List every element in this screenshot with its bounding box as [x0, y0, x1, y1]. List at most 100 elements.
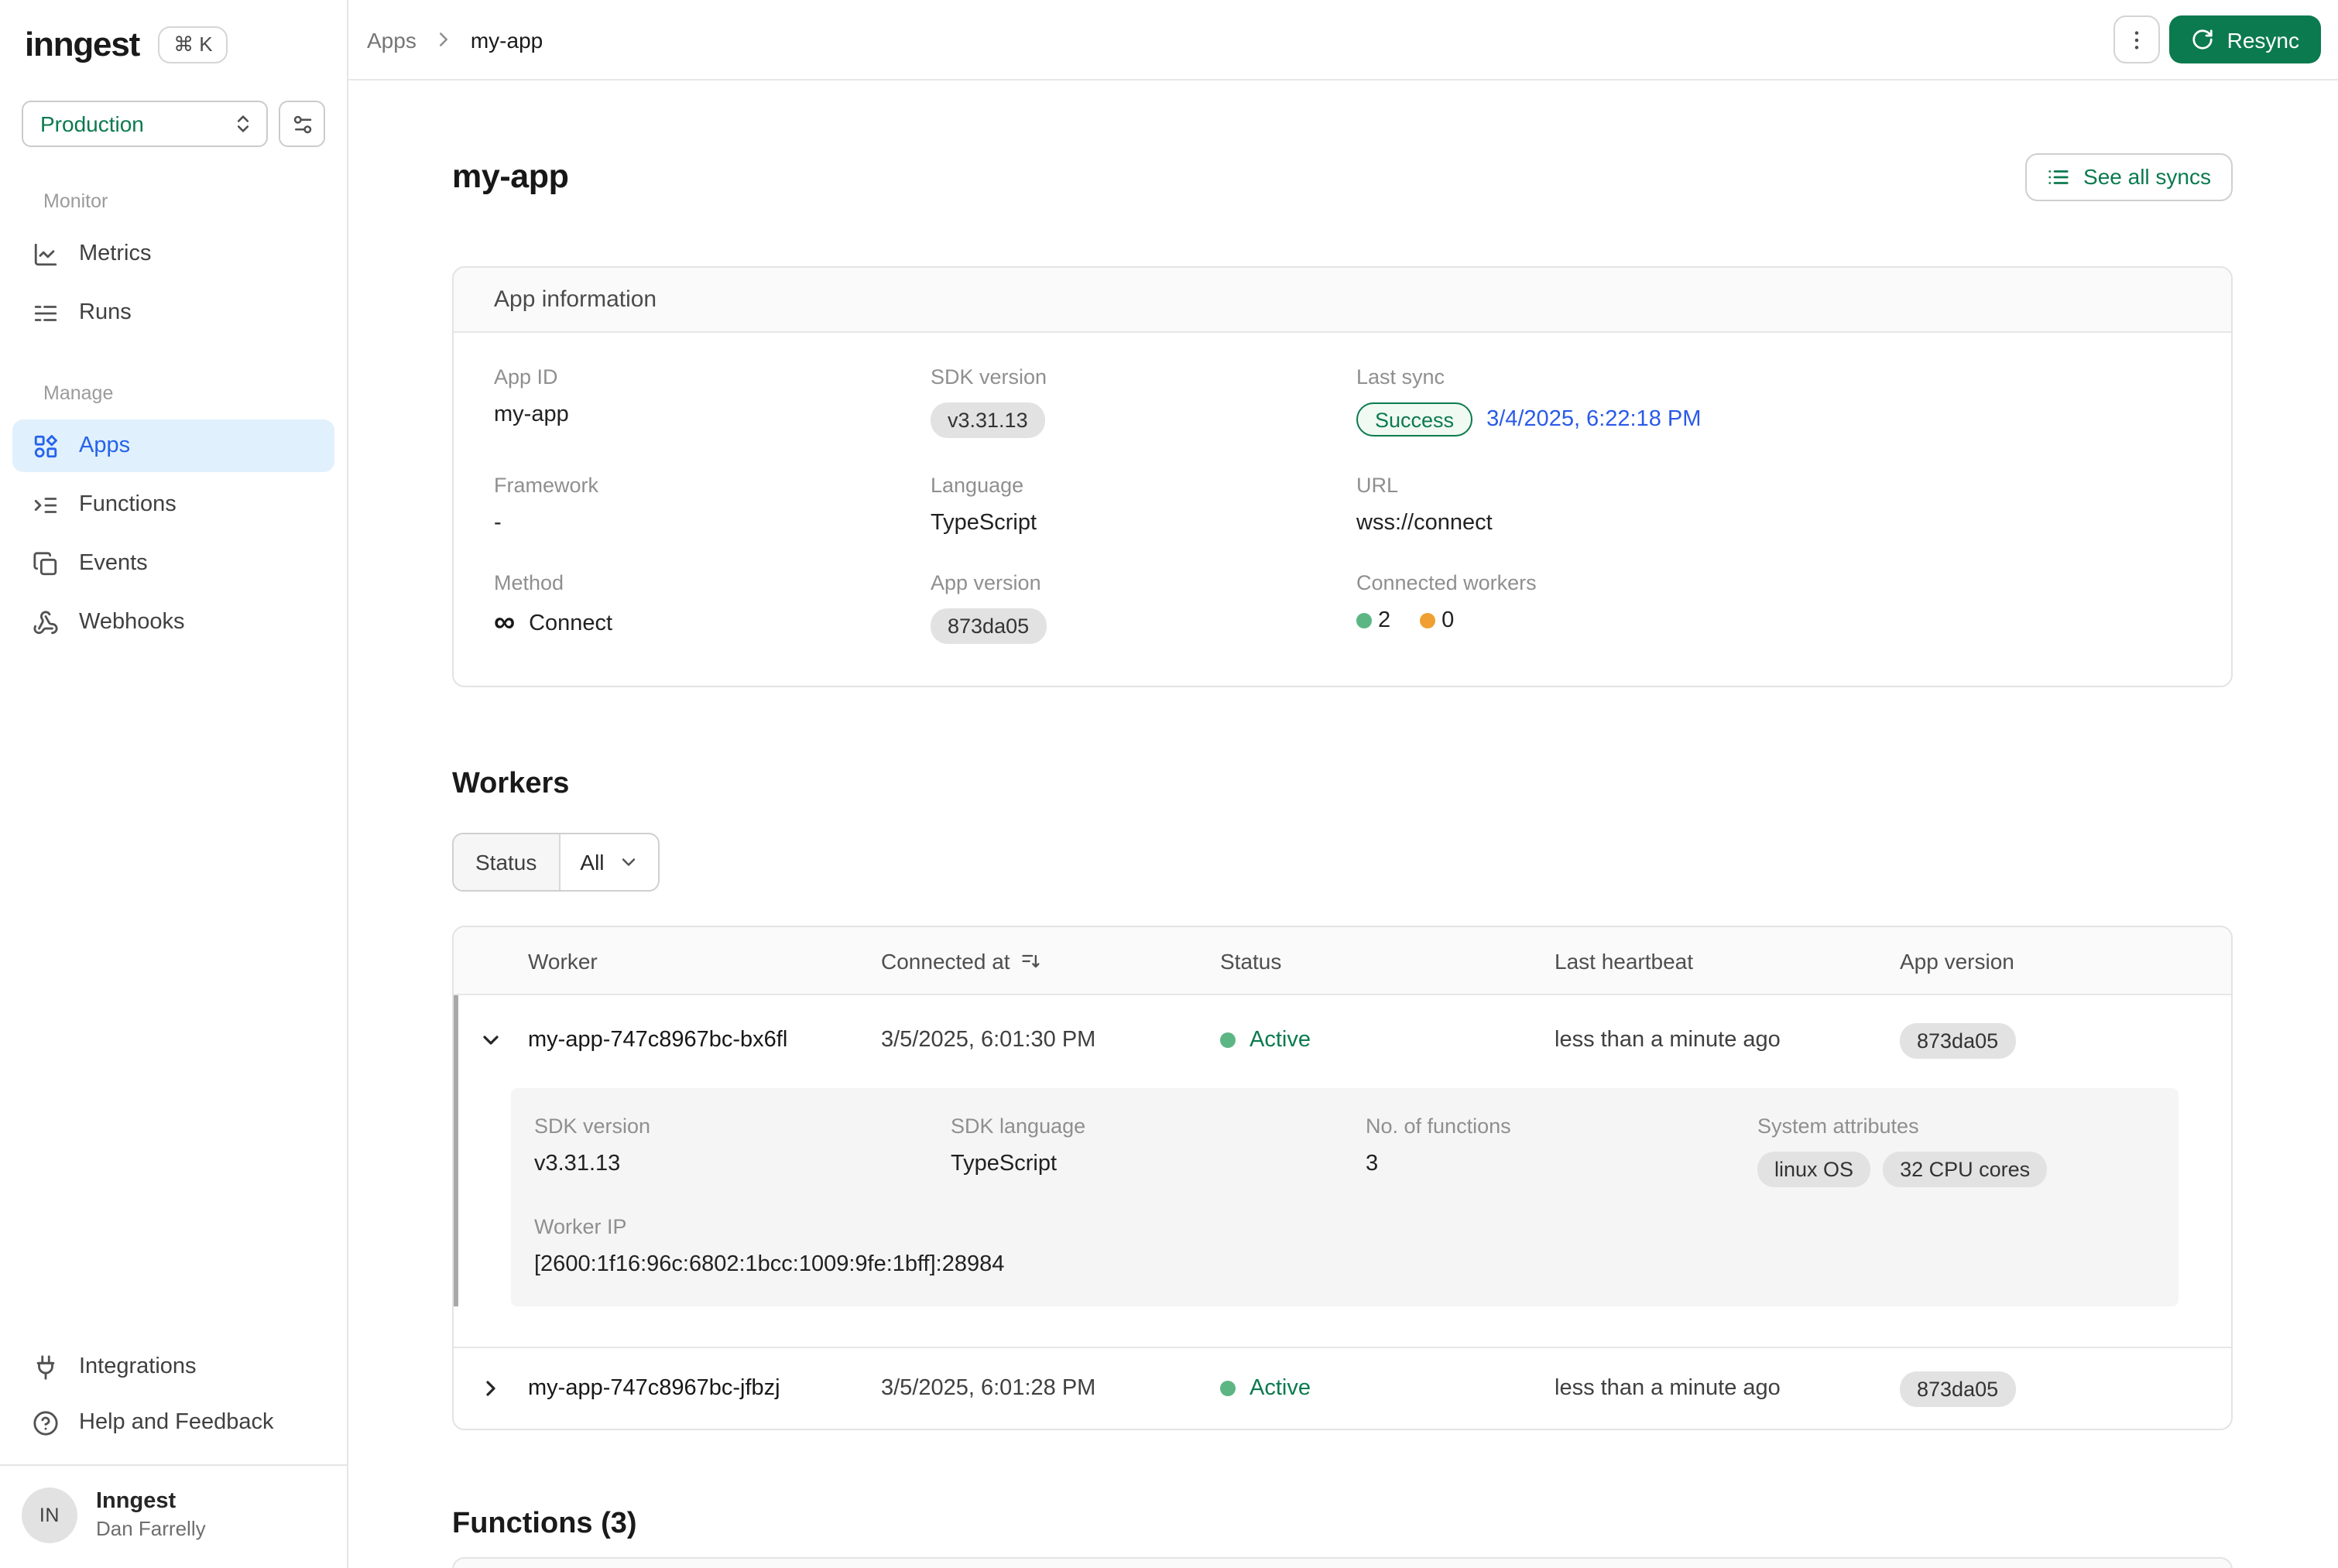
sliders-icon: [290, 112, 314, 135]
field-app-version: App version 873da05: [931, 571, 1356, 644]
topbar-actions: Resync: [2114, 15, 2321, 63]
sidebar-item-label: Help and Feedback: [79, 1410, 274, 1435]
detail-no-of-functions: No. of functions 3: [1366, 1114, 1757, 1187]
page-title: my-app: [452, 157, 569, 196]
field-last-sync: Last sync Success 3/4/2025, 6:22:18 PM: [1356, 365, 2191, 438]
field-language: Language TypeScript: [931, 474, 1356, 536]
chevron-right-icon[interactable]: [454, 1376, 528, 1401]
inactive-workers-count: 0: [1420, 608, 1454, 633]
worker-last-heartbeat: less than a minute ago: [1555, 1376, 1900, 1401]
chevron-right-icon: [432, 28, 455, 51]
sidebar-item-metrics[interactable]: Metrics: [12, 228, 334, 280]
environment-row: Production: [0, 101, 347, 147]
sdk-version-pill: v3.31.13: [931, 402, 1045, 438]
breadcrumb-apps-link[interactable]: Apps: [367, 27, 417, 52]
worker-connected-at: 3/5/2025, 6:01:30 PM: [881, 1028, 1220, 1053]
field-label: URL: [1356, 474, 2191, 497]
runs-list-icon: [33, 300, 59, 326]
shapes-icon: [33, 433, 59, 459]
field-label: App ID: [494, 365, 931, 389]
field-label: Last sync: [1356, 365, 2191, 389]
command-k-shortcut-button[interactable]: ⌘ K: [158, 26, 228, 63]
method-value: Connect: [529, 611, 612, 635]
connected-at-column-header[interactable]: Connected at: [881, 948, 1220, 973]
worker-name: my-app-747c8967bc-bx6fl: [528, 1028, 881, 1053]
worker-row-group-expanded: my-app-747c8967bc-bx6fl 3/5/2025, 6:01:3…: [454, 995, 2231, 1306]
workers-table-header: Worker Connected at Status Last heartbea…: [454, 927, 2231, 995]
status-dot-icon: [1220, 1032, 1236, 1048]
status-column-header: Status: [1220, 948, 1555, 973]
profile-org-name: Inngest: [96, 1488, 206, 1516]
workers-heading: Workers: [452, 768, 2233, 802]
more-actions-button[interactable]: [2114, 15, 2161, 63]
sort-descending-icon: [1021, 950, 1043, 971]
status-filter-value[interactable]: All: [560, 834, 658, 890]
green-dot-icon: [1356, 613, 1372, 628]
kebab-icon: [2125, 27, 2150, 52]
sidebar-item-help-feedback[interactable]: Help and Feedback: [12, 1396, 334, 1449]
resync-label: Resync: [2227, 27, 2299, 52]
topbar: Apps my-app Resync: [348, 0, 2338, 80]
app-window: inngest ⌘ K Production Monitor: [0, 0, 2338, 1568]
worker-column-header: Worker: [528, 948, 881, 973]
last-sync-date-link[interactable]: 3/4/2025, 6:22:18 PM: [1486, 407, 1701, 432]
sidebar-item-webhooks[interactable]: Webhooks: [12, 596, 334, 649]
logo-row: inngest ⌘ K: [0, 0, 347, 65]
refresh-icon: [2192, 28, 2215, 51]
environment-selector[interactable]: Production: [22, 101, 268, 147]
sidebar-item-functions[interactable]: Functions: [12, 478, 334, 531]
status-filter[interactable]: Status All: [452, 833, 660, 892]
field-method: Method ∞ Connect: [494, 571, 931, 644]
breadcrumb: Apps my-app: [367, 27, 543, 52]
field-sdk-version: SDK version v3.31.13: [931, 365, 1356, 438]
environment-settings-button[interactable]: [279, 101, 325, 147]
active-workers-count: 2: [1356, 608, 1390, 633]
functions-table: Function Triggers: [452, 1557, 2233, 1568]
resync-button[interactable]: Resync: [2170, 15, 2321, 63]
field-url: URL wss://connect: [1356, 474, 2191, 536]
os-attribute-pill: linux OS: [1757, 1152, 1870, 1187]
profile-menu[interactable]: IN Inngest Dan Farrelly: [0, 1478, 347, 1553]
sidebar-item-label: Integrations: [79, 1354, 197, 1379]
sidebar-item-label: Events: [79, 551, 148, 576]
last-heartbeat-column-header: Last heartbeat: [1555, 948, 1900, 973]
infinity-icon: ∞: [494, 608, 515, 638]
see-all-syncs-label: See all syncs: [2083, 164, 2211, 189]
sidebar-item-apps[interactable]: Apps: [12, 419, 334, 472]
worker-row[interactable]: my-app-747c8967bc-bx6fl 3/5/2025, 6:01:3…: [454, 995, 2231, 1085]
worker-name: my-app-747c8967bc-jfbzj: [528, 1376, 881, 1401]
sidebar-footer: Integrations Help and Feedback IN Innges…: [0, 1337, 347, 1568]
amber-dot-icon: [1420, 613, 1435, 628]
inngest-logo: inngest: [25, 25, 139, 65]
sidebar-item-label: Functions: [79, 492, 177, 517]
worker-status: Active: [1220, 1376, 1555, 1401]
field-label: Framework: [494, 474, 931, 497]
app-information-grid: App ID my-app SDK version v3.31.13 Last …: [454, 333, 2231, 686]
url-value: wss://connect: [1356, 511, 1493, 536]
terminal-lines-icon: [33, 491, 59, 518]
detail-worker-ip: Worker IP [2600:1f16:96c:6802:1bcc:1009:…: [534, 1215, 2151, 1277]
worker-row[interactable]: my-app-747c8967bc-jfbzj 3/5/2025, 6:01:2…: [454, 1347, 2231, 1429]
page-head: my-app See all syncs: [452, 146, 2233, 207]
sidebar-item-runs[interactable]: Runs: [12, 286, 334, 339]
content: my-app See all syncs App information App…: [348, 80, 2338, 1568]
sidebar-item-events[interactable]: Events: [12, 537, 334, 590]
chevrons-up-down-icon: [232, 113, 254, 135]
breadcrumb-current: my-app: [471, 27, 543, 52]
chevron-down-icon[interactable]: [454, 1028, 528, 1053]
line-chart-icon: [33, 241, 59, 267]
field-label: App version: [931, 571, 1356, 594]
sidebar-item-integrations[interactable]: Integrations: [12, 1340, 334, 1393]
environment-name: Production: [40, 111, 144, 136]
see-all-syncs-button[interactable]: See all syncs: [2024, 152, 2233, 200]
status-filter-label: Status: [454, 834, 560, 890]
detail-sdk-version: SDK version v3.31.13: [534, 1114, 951, 1187]
profile-user-name: Dan Farrelly: [96, 1516, 206, 1542]
app-information-card: App information App ID my-app SDK versio…: [452, 266, 2233, 687]
sidebar-item-label: Metrics: [79, 241, 151, 266]
functions-heading: Functions (3): [452, 1508, 2233, 1542]
help-circle-icon: [33, 1409, 59, 1436]
field-label: Language: [931, 474, 1356, 497]
workers-table: Worker Connected at Status Last heartbea…: [452, 926, 2233, 1430]
worker-status: Active: [1220, 1028, 1555, 1053]
